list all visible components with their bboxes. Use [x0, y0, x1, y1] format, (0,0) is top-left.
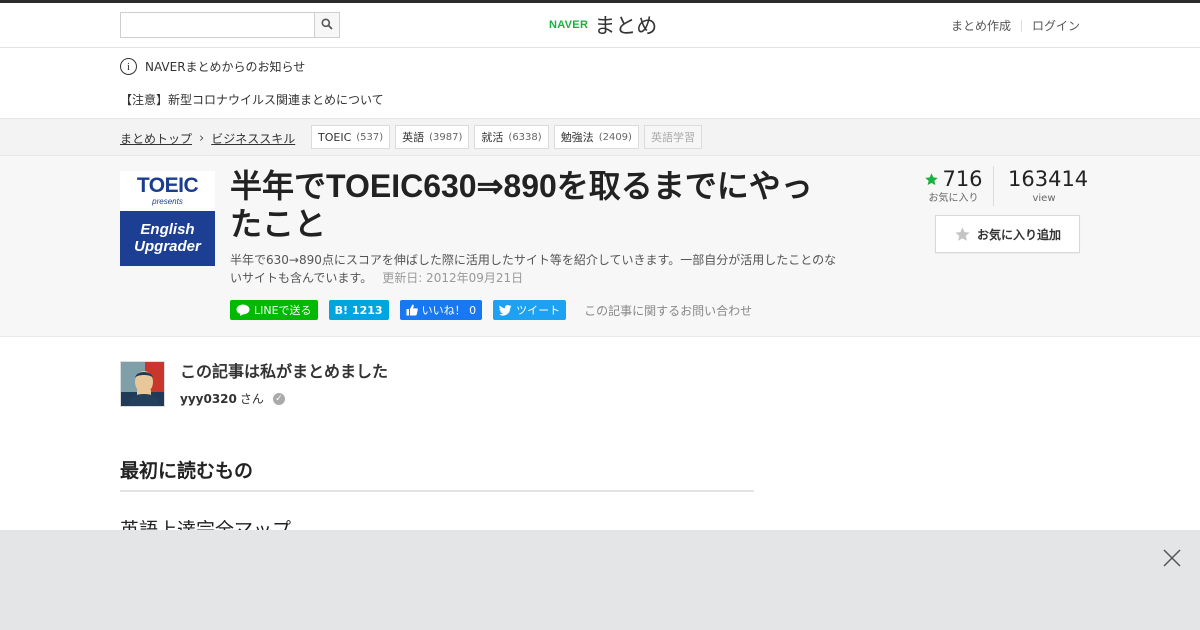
notice-heading: i NAVERまとめからのお知らせ [120, 58, 305, 75]
author-block: この記事は私がまとめました yyy0320 さん ✓ [120, 361, 388, 407]
breadcrumb-bar: まとめトップ › ビジネススキル TOEIC (537) 英語 (3987) 就… [0, 118, 1200, 156]
breadcrumb-category-link[interactable]: ビジネススキル [211, 130, 295, 147]
favorites-stat: 716 お気に入り [924, 166, 994, 206]
tag-count: (537) [356, 131, 384, 143]
tag-label: 就活 [481, 131, 504, 144]
author-suffix: さん [239, 392, 264, 406]
tag-label: 英語 [402, 131, 425, 144]
facebook-like-button[interactable]: いいね！ 0 [399, 300, 483, 320]
header-divider [1020, 19, 1022, 32]
tag-list: TOEIC (537) 英語 (3987) 就活 (6338) 勉強法 (240… [311, 125, 702, 149]
search-button[interactable] [314, 13, 339, 37]
tag-english[interactable]: 英語 (3987) [395, 125, 470, 149]
hatena-bookmark-button[interactable]: B! 1213 [328, 300, 389, 320]
author-name[interactable]: yyy0320 [180, 392, 237, 406]
info-icon: i [120, 58, 137, 75]
hatena-count: 1213 [351, 303, 383, 317]
favorites-count: 716 [942, 167, 983, 191]
twitter-bird-icon [499, 304, 512, 316]
tag-label: TOEIC [318, 130, 352, 144]
article-stats: 716 お気に入り 163414 view [924, 166, 1089, 206]
search-box [120, 12, 340, 38]
article-title: 半年でTOEIC630⇒890を取るまでにやったこと [230, 168, 813, 242]
site-header: NAVER まとめ まとめ作成 ログイン [0, 3, 1200, 48]
article-header: TOEIC presents English Upgrader 半年でTOEIC… [0, 156, 1200, 337]
share-buttons: LINEで送る B! 1213 いいね！ 0 ツイート この記事に関するお問い合… [230, 300, 752, 320]
tag-count: (6338) [508, 131, 542, 143]
close-icon[interactable] [1162, 548, 1182, 568]
tag-study-method[interactable]: 勉強法 (2409) [553, 125, 639, 149]
tag-label: 英語学習 [650, 131, 695, 144]
tweet-button[interactable]: ツイート [493, 300, 567, 320]
verified-check-icon: ✓ [272, 392, 285, 405]
ad-overlay [0, 530, 1200, 630]
tweet-label: ツイート [516, 304, 561, 317]
article-description: 半年で630→890点にスコアを伸ばした際に活用したサイト等を紹介していきます。… [230, 251, 840, 287]
views-count: 163414 [1008, 167, 1089, 191]
hatena-icon: B! [334, 303, 348, 317]
tag-count: (2409) [598, 131, 632, 143]
thumbnail-presents-text: presents [152, 197, 183, 206]
add-favorite-label: お気に入り追加 [976, 227, 1061, 242]
line-share-label: LINEで送る [254, 304, 312, 317]
views-label: view [1032, 193, 1056, 204]
login-link[interactable]: ログイン [1032, 17, 1080, 34]
tag-label: 勉強法 [560, 131, 594, 144]
article-description-text: 半年で630→890点にスコアを伸ばした際に活用したサイト等を紹介していきます。… [230, 253, 837, 285]
section-heading: 最初に読むもの [120, 456, 754, 492]
favorites-label: お気に入り [928, 193, 979, 204]
create-matome-link[interactable]: まとめ作成 [951, 17, 1011, 34]
search-icon [321, 18, 333, 30]
star-outline-icon [955, 226, 970, 241]
thumbs-up-icon [406, 304, 418, 316]
thumbnail-line1: English [140, 221, 195, 238]
avatar[interactable] [120, 361, 165, 407]
breadcrumb: まとめトップ › ビジネススキル [120, 130, 295, 147]
tag-english-learning[interactable]: 英語学習 [643, 125, 702, 149]
line-share-button[interactable]: LINEで送る [230, 300, 318, 320]
logo-service: まとめ [594, 14, 658, 38]
tag-toeic[interactable]: TOEIC (537) [311, 125, 391, 149]
line-icon [236, 304, 250, 316]
logo-brand: NAVER [549, 19, 589, 31]
article-thumbnail: TOEIC presents English Upgrader [120, 171, 215, 266]
views-stat: 163414 view [994, 166, 1089, 206]
article-contact-link[interactable]: この記事に関するお問い合わせ [584, 302, 752, 319]
breadcrumb-top-link[interactable]: まとめトップ [120, 130, 192, 147]
tag-count: (3987) [429, 131, 463, 143]
facebook-like-label: いいね！ 0 [421, 304, 477, 317]
author-info: この記事は私がまとめました yyy0320 さん ✓ [180, 361, 388, 407]
tag-job-hunting[interactable]: 就活 (6338) [474, 125, 549, 149]
author-heading: この記事は私がまとめました [180, 362, 389, 381]
add-favorite-button[interactable]: お気に入り追加 [935, 215, 1080, 253]
star-icon [925, 172, 939, 185]
thumbnail-toeic-text: TOEIC [136, 174, 199, 197]
search-input[interactable] [121, 13, 315, 37]
header-links: まとめ作成 ログイン [951, 17, 1080, 34]
notice-link[interactable]: 【注意】新型コロナウイルス関連まとめについて [120, 91, 384, 108]
chevron-right-icon: › [199, 131, 205, 146]
author-name-row: yyy0320 さん ✓ [180, 390, 388, 407]
site-logo[interactable]: NAVER まとめ [549, 11, 657, 39]
thumbnail-line2: Upgrader [134, 238, 201, 255]
notice-heading-text: NAVERまとめからのお知らせ [145, 60, 306, 74]
article-updated-date: 更新日: 2012年09月21日 [382, 271, 524, 285]
